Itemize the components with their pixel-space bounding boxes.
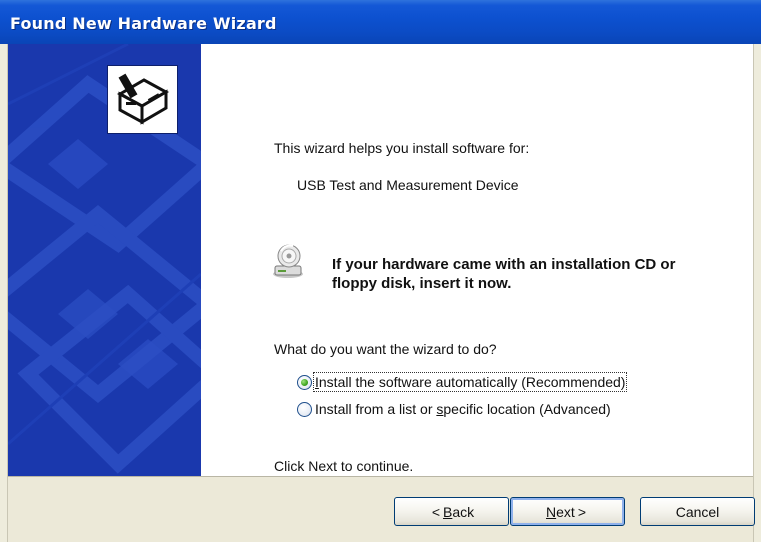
window-border-left	[0, 44, 8, 542]
radio-label-advanced[interactable]: Install from a list or specific location…	[315, 401, 611, 417]
button-bar: < Back Next > Cancel	[8, 476, 755, 542]
hardware-install-icon	[107, 65, 178, 134]
wizard-content: This wizard helps you install software f…	[201, 44, 753, 476]
next-button[interactable]: Next >	[510, 497, 625, 526]
cancel-button[interactable]: Cancel	[640, 497, 755, 526]
radio-install-from-list[interactable]: Install from a list or specific location…	[297, 399, 611, 419]
next-arrow: >	[577, 503, 586, 520]
wizard-question: What do you want the wizard to do?	[274, 341, 497, 357]
cd-drive-icon	[273, 244, 303, 278]
continue-hint: Click Next to continue.	[274, 458, 414, 474]
wizard-window: Found New Hardware Wizard This wizard he…	[0, 0, 761, 542]
back-arrow: <	[431, 503, 441, 520]
window-border-right	[753, 44, 761, 542]
radio-selected-dot	[301, 378, 308, 386]
wizard-side-panel	[8, 44, 201, 476]
title-bar[interactable]: Found New Hardware Wizard	[0, 0, 761, 44]
cd-prompt-line-2: floppy disk, insert it now.	[332, 275, 512, 292]
radio-button-selected[interactable]	[297, 374, 312, 390]
back-button[interactable]: < Back	[394, 497, 509, 526]
window-title: Found New Hardware Wizard	[10, 14, 277, 33]
intro-text: This wizard helps you install software f…	[274, 140, 530, 156]
radio-install-automatically[interactable]: Install the software automatically (Reco…	[297, 372, 628, 392]
device-name: USB Test and Measurement Device	[297, 177, 519, 193]
cd-insert-prompt: If your hardware came with an installati…	[332, 255, 675, 293]
radio-button-unselected[interactable]	[297, 401, 312, 417]
radio-label-automatic[interactable]: Install the software automatically (Reco…	[312, 372, 628, 392]
cd-prompt-line-1: If your hardware came with an installati…	[332, 256, 676, 273]
